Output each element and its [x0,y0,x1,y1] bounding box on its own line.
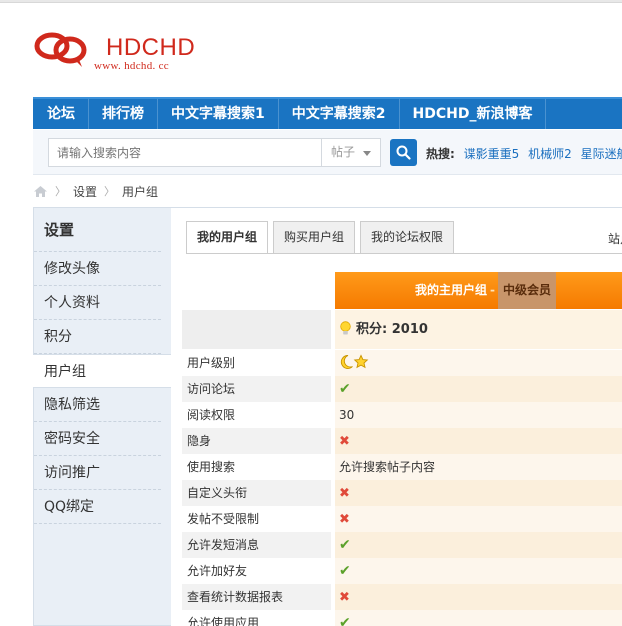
tab-divider [186,253,622,254]
group-score-text: 积分: 2010 [356,322,428,337]
check-icon: ✔ [339,563,351,579]
chevron-down-icon [363,151,371,156]
label-column-head [182,310,331,349]
group-score: 积分: 2010 [335,310,622,349]
hot-search-link[interactable]: 机械师2 [528,147,572,161]
check-icon: ✔ [339,381,351,397]
nav-item-ranking[interactable]: 排行榜 [89,99,158,129]
table-row: 查看统计数据报表 ✖ [182,584,622,610]
sidebar-item-password[interactable]: 密码安全 [34,422,161,456]
cross-icon: ✖ [339,590,350,605]
sidebar-item-qq-bind[interactable]: QQ绑定 [34,490,161,524]
tab-my-usergroup[interactable]: 我的用户组 [186,221,269,254]
table-row: 用户级别 [182,350,622,376]
table-row: 隐身 ✖ [182,428,622,454]
nav-item-sina-blog[interactable]: HDCHD_新浪博客 [400,99,547,129]
main-content: 我的用户组 购买用户组 我的论坛权限 站点 我的主用户组-中级会员 积分: 20… [171,207,622,626]
table-row: 阅读权限 30 [182,402,622,428]
home-icon[interactable] [33,185,48,198]
settings-sidebar: 设置 修改头像 个人资料 积分 用户组 隐私筛选 密码安全 访问推广 QQ绑定 [33,207,171,626]
cross-icon: ✖ [339,512,350,527]
breadcrumb-item[interactable]: 设置 [73,183,97,200]
breadcrumb-separator: 〉 [104,185,116,198]
permission-value: ✔ [335,558,622,584]
permission-value [335,350,622,376]
logo-title: HDCHD [106,34,196,61]
breadcrumb-separator: 〉 [55,185,66,198]
permission-value: ✔ [335,376,622,402]
permission-label: 发帖不受限制 [182,506,331,532]
permission-label: 允许使用应用 [182,610,331,626]
permission-label: 访问论坛 [182,376,331,402]
search-type-select[interactable]: 帖子 [321,138,381,167]
table-row: 访问论坛 ✔ [182,376,622,402]
hot-search-label: 热搜: [426,147,455,161]
check-icon: ✔ [339,615,351,626]
permission-label: 用户级别 [182,350,331,376]
top-border [0,0,622,3]
sidebar-item-privacy[interactable]: 隐私筛选 [34,388,161,422]
site-logo[interactable]: HDCHD www. hdchd. cc [34,30,196,74]
permission-table: 用户级别 访问论坛 ✔ 阅读权限 30 隐身 ✖ 使用搜索 允许搜索帖子内容 自… [182,350,622,626]
cross-icon: ✖ [339,486,350,501]
table-row: 允许发短消息 ✔ [182,532,622,558]
nav-item-subtitle-search-1[interactable]: 中文字幕搜索1 [158,99,279,129]
table-row: 发帖不受限制 ✖ [182,506,622,532]
check-icon: ✔ [339,537,351,553]
breadcrumb-current: 用户组 [122,184,159,199]
search-icon [396,145,411,160]
moon-star-rank-icon [340,354,369,369]
cross-icon: ✖ [339,434,350,449]
nav-item-forum[interactable]: 论坛 [33,99,89,129]
permission-value: ✖ [335,428,622,454]
search-type-value: 帖子 [331,145,356,159]
sidebar-item-credits[interactable]: 积分 [34,320,161,354]
sidebar-item-profile[interactable]: 个人资料 [34,286,161,320]
nav-item-subtitle-search-2[interactable]: 中文字幕搜索2 [279,99,400,129]
search-button[interactable] [390,139,417,166]
main-nav: 论坛 排行榜 中文字幕搜索1 中文字幕搜索2 HDCHD_新浪博客 [33,97,622,129]
sidebar-item-avatar[interactable]: 修改头像 [34,252,161,286]
tab-buy-usergroup[interactable]: 购买用户组 [273,221,356,254]
table-row: 允许使用应用 ✔ [182,610,622,626]
group-header: 我的主用户组 - 中级会员 [335,272,622,309]
tab-forum-permissions[interactable]: 我的论坛权限 [360,221,455,254]
logo-bubbles-icon [34,32,87,67]
permission-label: 隐身 [182,428,331,454]
permission-label: 允许加好友 [182,558,331,584]
permission-value: ✔ [335,532,622,558]
table-row: 使用搜索 允许搜索帖子内容 [182,454,622,480]
sidebar-item-usergroup[interactable]: 用户组 [33,354,171,388]
permission-label: 允许发短消息 [182,532,331,558]
permission-value: ✖ [335,584,622,610]
sidebar-item-promotion[interactable]: 访问推广 [34,456,161,490]
permission-value: ✔ [335,610,622,626]
search-input[interactable] [48,138,322,167]
hot-search-link[interactable]: 星际迷航 [581,147,622,161]
permission-value: 30 [335,402,622,428]
usergroup-tabs: 我的用户组 购买用户组 我的论坛权限 [186,221,459,254]
breadcrumb: 〉 设置 〉 用户组 [33,182,158,200]
search-bar: 帖子 热搜: 谍影重重5 机械师2 星际迷航 [33,130,622,175]
logo-url: www. hdchd. cc [94,60,169,72]
sidebar-title: 设置 [34,208,161,252]
group-header-dash: - [490,283,495,297]
group-level-badge: 中级会员 [498,272,557,309]
hot-search: 热搜: 谍影重重5 机械师2 星际迷航 [426,145,622,162]
permission-value: 允许搜索帖子内容 [335,454,622,480]
permission-label: 使用搜索 [182,454,331,480]
table-row: 自定义头衔 ✖ [182,480,622,506]
permission-label: 阅读权限 [182,402,331,428]
hot-search-link[interactable]: 谍影重重5 [464,147,520,161]
permission-value: ✖ [335,480,622,506]
permission-label: 查看统计数据报表 [182,584,331,610]
table-row: 允许加好友 ✔ [182,558,622,584]
lightbulb-icon [340,321,351,335]
permission-label: 自定义头衔 [182,480,331,506]
permission-value: ✖ [335,506,622,532]
tab-right-text[interactable]: 站点 [608,230,622,247]
group-header-label: 我的主用户组 [415,283,488,297]
